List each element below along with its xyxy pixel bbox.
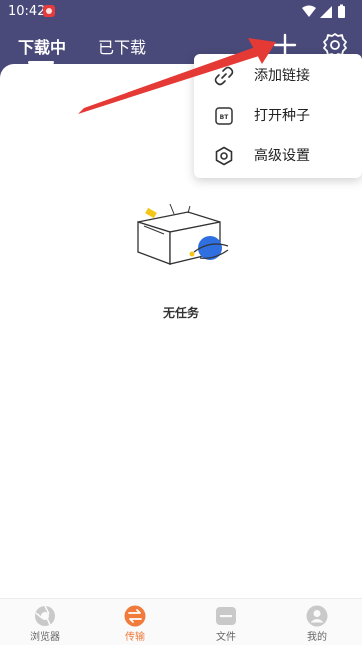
nav-label: 我的	[307, 632, 327, 643]
signal-icon	[320, 6, 332, 18]
nav-transfer[interactable]: 传输	[90, 599, 180, 645]
svg-text:BT: BT	[220, 114, 230, 121]
menu-item-label: 打开种子	[254, 108, 310, 124]
status-bar: 10:42	[0, 0, 362, 24]
nav-files[interactable]: 文件	[181, 599, 271, 645]
menu-item-add-link[interactable]: 添加链接	[194, 56, 362, 96]
tab-downloaded[interactable]: 已下载	[98, 34, 146, 58]
nav-label: 浏览器	[30, 632, 60, 643]
bottom-navigation: 浏览器 传输 文件 我的	[0, 598, 362, 645]
transfer-icon	[124, 605, 146, 627]
wifi-icon	[302, 5, 316, 17]
profile-icon	[306, 605, 328, 627]
empty-state-text: 无任务	[162, 306, 199, 320]
menu-item-open-torrent[interactable]: BT 打开种子	[194, 96, 362, 136]
menu-item-label: 高级设置	[254, 148, 310, 164]
folder-icon	[216, 607, 236, 625]
empty-box-illustration	[137, 203, 229, 265]
status-icons	[302, 4, 345, 18]
battery-icon	[338, 6, 345, 18]
nav-label: 传输	[125, 632, 145, 643]
bt-icon: BT	[215, 107, 233, 125]
browser-icon	[35, 605, 55, 626]
menu-item-label: 添加链接	[254, 68, 310, 84]
nav-browser[interactable]: 浏览器	[0, 599, 90, 645]
status-time: 10:42	[8, 4, 46, 19]
nav-label: 文件	[216, 632, 236, 643]
menu-item-advanced-settings[interactable]: 高级设置	[194, 136, 362, 176]
hexagon-settings-icon	[215, 146, 233, 166]
add-task-menu: 添加链接 BT 打开种子 高级设置	[194, 54, 362, 178]
app-notification-icon	[43, 5, 55, 17]
tab-downloading[interactable]: 下载中	[18, 34, 66, 58]
nav-profile[interactable]: 我的	[272, 599, 362, 645]
link-icon	[214, 66, 234, 86]
